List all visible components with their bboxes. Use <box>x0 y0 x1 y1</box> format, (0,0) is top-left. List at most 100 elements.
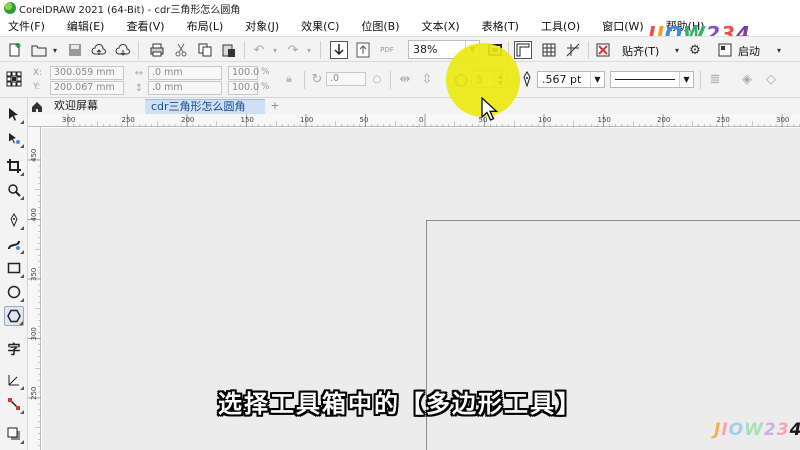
rotation-angle-field[interactable]: .0 <box>326 72 366 86</box>
menu-effects[interactable]: 效果(C) <box>301 18 339 34</box>
ruler-tick-label: 150 <box>241 116 254 124</box>
crop-tool-icon[interactable] <box>4 156 24 176</box>
tab-welcome-screen[interactable]: 欢迎屏幕 <box>48 99 142 114</box>
text-tool-icon[interactable]: 字 <box>4 338 24 358</box>
height-field[interactable]: .0 mm <box>148 81 222 95</box>
ruler-tick-label: 250 <box>717 116 730 124</box>
ruler-tick-label: 200 <box>657 116 670 124</box>
ruler-tick-label: 250 <box>122 116 135 124</box>
cut-icon[interactable] <box>172 41 190 59</box>
tab-current-document[interactable]: cdr三角形怎么圆角 <box>145 99 265 114</box>
menu-text[interactable]: 文本(X) <box>422 18 460 34</box>
copy-icon[interactable] <box>196 41 214 59</box>
home-icon <box>32 101 42 112</box>
tutorial-subtitle: 选择工具箱中的【多边形工具】 <box>218 390 582 418</box>
line-style-dropdown[interactable]: ▼ <box>610 71 694 88</box>
freehand-tool-icon[interactable] <box>4 210 24 230</box>
scale-x-unit: % <box>261 67 270 77</box>
menu-edit[interactable]: 编辑(E) <box>67 18 105 34</box>
brand-char: O <box>728 420 745 440</box>
import-icon[interactable] <box>330 41 348 59</box>
menu-window[interactable]: 窗口(W) <box>602 18 643 34</box>
horizontal-ruler[interactable]: 300 250 200 150 100 50 0 50 100 150 200 250 300 <box>28 114 800 127</box>
text-wrap-icon[interactable]: ≣ <box>706 70 724 88</box>
window-title: CorelDRAW 2021 (64-Bit) - cdr三角形怎么圆角 <box>19 4 241 16</box>
toolbar-separator <box>138 41 139 59</box>
new-document-icon[interactable] <box>6 41 24 59</box>
ruler-tick-label: 300 <box>62 116 75 124</box>
mirror-vertical-icon[interactable]: ⇳ <box>418 70 436 88</box>
menu-file[interactable]: 文件(F) <box>8 18 45 34</box>
ruler-tick-label: 0 <box>419 116 423 124</box>
width-field[interactable]: .0 mm <box>148 66 222 80</box>
pick-tool-icon[interactable] <box>4 104 24 124</box>
shape-tool-icon[interactable] <box>4 128 24 148</box>
ruler-tick-label: 100 <box>300 116 313 124</box>
show-guidelines-icon[interactable] <box>564 41 582 59</box>
chevron-down-icon: ▼ <box>679 72 693 87</box>
scale-x-field[interactable]: 100.0 <box>228 66 259 80</box>
undo-dropdown-icon[interactable]: ▾ <box>266 41 284 59</box>
drop-shadow-tool-icon[interactable] <box>4 424 24 444</box>
ruler-tick-label: 150 <box>598 116 611 124</box>
launch-dropdown-icon[interactable]: ▾ <box>770 41 788 59</box>
ruler-tick-label: 400 <box>30 208 38 221</box>
ellipse-tool-icon[interactable] <box>4 282 24 302</box>
ruler-tick-label: 50 <box>360 116 369 124</box>
height-icon: ↕ <box>134 82 144 94</box>
y-position-field[interactable]: 200.067 mm <box>50 81 124 95</box>
home-tab[interactable] <box>28 99 46 114</box>
ruler-tick-label: 300 <box>30 327 38 340</box>
ruler-tick-label: 200 <box>181 116 194 124</box>
lock-ratio-icon[interactable]: 🔒︎ <box>280 70 298 88</box>
outline-width-dropdown[interactable]: .567 pt ▼ <box>537 71 605 88</box>
cloud-upload-icon[interactable] <box>90 41 108 59</box>
mirror-horizontal-icon[interactable]: ⇹ <box>396 70 414 88</box>
gear-icon[interactable]: ⚙ <box>686 41 704 59</box>
toolbar-separator <box>304 71 305 89</box>
show-grid-icon[interactable] <box>540 41 558 59</box>
brand-char: 4 <box>790 420 800 440</box>
save-icon[interactable] <box>66 41 84 59</box>
toolbar-separator <box>700 71 701 89</box>
to-back-icon[interactable]: ◇ <box>762 70 780 88</box>
menu-bitmaps[interactable]: 位图(B) <box>361 18 399 34</box>
toolbar-separator <box>390 71 391 89</box>
outline-pen-icon <box>518 70 536 88</box>
export-pdf-icon[interactable]: PDF <box>378 41 396 59</box>
artistic-media-tool-icon[interactable] <box>4 234 24 254</box>
rectangle-tool-icon[interactable] <box>4 258 24 278</box>
page-border-top <box>426 220 800 221</box>
toolbar-separator <box>320 41 321 59</box>
degree-icon: ○ <box>372 73 382 85</box>
export-icon[interactable] <box>354 41 372 59</box>
snap-dropdown-icon[interactable]: ▾ <box>668 41 686 59</box>
paste-icon[interactable] <box>220 41 238 59</box>
pdf-label: PDF <box>380 46 394 54</box>
menu-view[interactable]: 查看(V) <box>126 18 164 34</box>
polygon-tool-icon[interactable] <box>4 306 24 326</box>
print-icon[interactable] <box>148 41 166 59</box>
x-position-field[interactable]: 300.059 mm <box>50 66 124 80</box>
menu-object[interactable]: 对象(J) <box>245 18 279 34</box>
cloud-download-icon[interactable] <box>114 41 132 59</box>
snap-to-button[interactable]: 贴齐(T) <box>622 43 659 59</box>
to-front-icon[interactable]: ◈ <box>738 70 756 88</box>
launch-button[interactable]: 启动 <box>738 43 760 59</box>
scale-y-unit: % <box>261 82 270 92</box>
menu-tools[interactable]: 工具(O) <box>541 18 580 34</box>
launch-icon[interactable] <box>716 41 734 59</box>
menu-layout[interactable]: 布局(L) <box>187 18 224 34</box>
horizontal-ruler-ticks: 300 250 200 150 100 50 0 50 100 150 200 250 300 <box>62 114 800 127</box>
snap-off-icon[interactable] <box>594 41 612 59</box>
show-rulers-icon[interactable] <box>514 41 532 59</box>
zoom-tool-icon[interactable] <box>4 180 24 200</box>
object-origin-icon[interactable] <box>5 70 23 88</box>
add-tab-button[interactable]: + <box>268 99 282 114</box>
open-dropdown-icon[interactable]: ▾ <box>46 41 64 59</box>
scale-y-field[interactable]: 100.0 <box>228 81 259 95</box>
ruler-tick-label: 350 <box>30 268 38 281</box>
menu-table[interactable]: 表格(T) <box>482 18 519 34</box>
redo-dropdown-icon[interactable]: ▾ <box>300 41 318 59</box>
outline-width-value: .567 pt <box>542 73 582 86</box>
